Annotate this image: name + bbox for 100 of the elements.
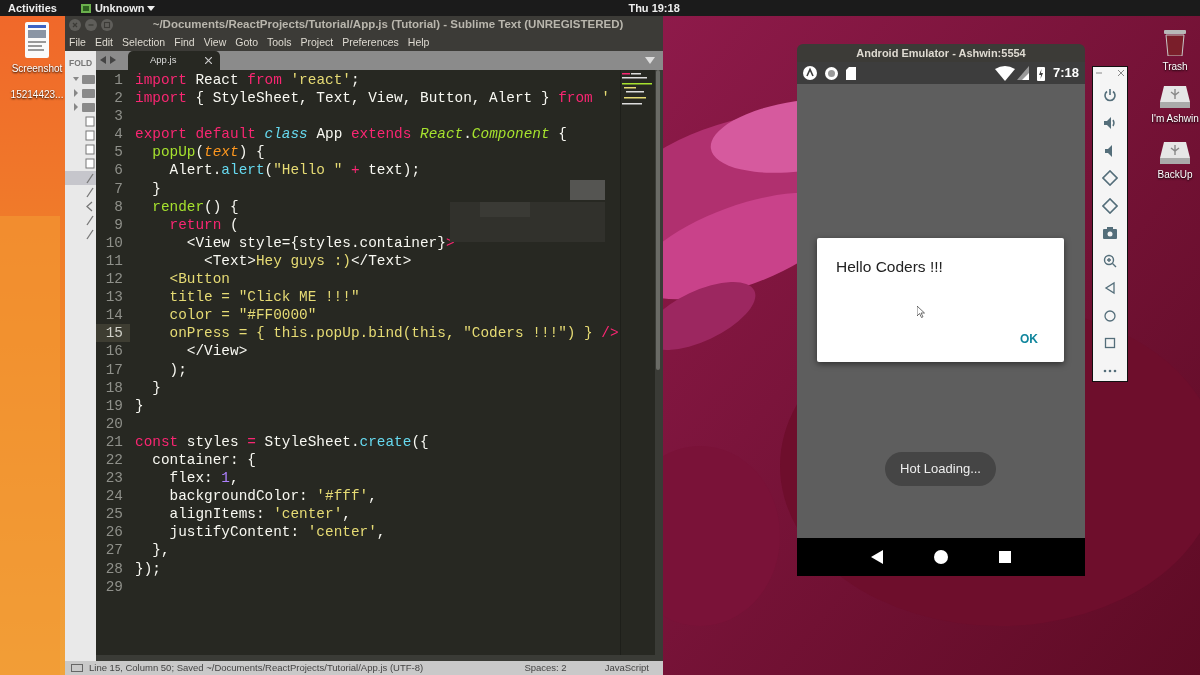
code-line: export default class App extends React.Component { [134,125,567,144]
record-icon [825,66,838,80]
menu-item[interactable]: View [203,34,227,51]
code-line: container: { [151,450,256,470]
icon-label[interactable]: BackUp [1157,167,1193,182]
sidebar-item[interactable] [65,171,96,186]
line-number: 10 [104,233,124,252]
folder-expanded-icon[interactable] [73,73,95,84]
code-line: backgroundColor: '#fff', [168,487,377,506]
code-line: } [134,396,144,415]
file-icon[interactable] [85,130,95,142]
menu-item[interactable]: Project [300,34,334,51]
code-line: Alert.alert("Hello " + text); [168,161,420,180]
close-icon[interactable] [205,57,212,64]
file-icon[interactable] [85,115,95,127]
line-number: 9 [113,215,124,234]
toast-text: Hot Loading... [900,460,981,479]
code-line: title = "Click ME !!!" [168,288,360,307]
clock[interactable]: Thu 19:18 [628,0,680,17]
menu-item[interactable]: File [69,34,86,51]
icon-label[interactable]: I'm Ashwin [1151,111,1199,126]
tab-arrows-icon[interactable] [100,56,116,64]
drive-icon[interactable] [1160,86,1190,108]
maximize-icon[interactable] [101,19,113,31]
line-number: 22 [104,450,124,470]
line-number: 20 [104,414,124,433]
line-number: 28 [104,559,124,578]
menu-item[interactable]: Edit [94,34,113,51]
dropdown-icon[interactable] [645,57,655,64]
line-number: 29 [104,577,124,596]
line-number: 4 [113,125,124,144]
code-line: }); [134,559,161,578]
menu-item[interactable]: Goto [235,34,258,51]
file-icon[interactable] [85,158,95,170]
code-line: alignItems: 'center', [168,505,351,524]
camera-icon[interactable] [1102,225,1118,241]
minimize-icon[interactable] [85,19,97,31]
line-number: 21 [104,432,124,451]
scrollbar-thumb[interactable] [655,70,661,370]
sidebar-header: FOLD [68,57,94,70]
back-icon[interactable] [870,550,883,564]
signal-icon [1016,66,1029,80]
menu-item[interactable]: Selection [122,34,166,51]
folder-collapsed-icon[interactable] [73,102,95,113]
line-number: 13 [104,288,124,307]
editor-tab[interactable]: App.js [128,51,220,70]
document-icon[interactable] [23,22,51,58]
minimize-icon[interactable] [1096,70,1102,76]
code-line: <Text>Hey guys :)</Text> [203,251,412,271]
battery-icon [1036,65,1045,81]
syntax-setting[interactable]: JavaScript [604,660,649,675]
activities-button[interactable]: Activities [8,0,57,17]
line-number: 5 [113,143,124,162]
file-icon[interactable] [85,186,95,198]
code-line: color = "#FF0000" [168,306,317,325]
line-number: 1 [113,71,124,90]
menu-item[interactable]: Find [174,34,195,51]
file-icon[interactable] [85,201,95,213]
icon-label[interactable]: Trash [1162,59,1188,74]
line-number: 8 [113,197,124,216]
menu-item[interactable]: Preferences [342,34,399,51]
dialog-message: Hello Coders !!! [836,257,943,277]
window-title: ~/Documents/ReactProjects/Tutorial/App.js (Tutorial) - Sublime Text (UNREGISTERED) [152,18,624,31]
app-menu[interactable]: Unknown [94,0,145,17]
zoom-icon[interactable] [1102,252,1118,269]
folder-collapsed-icon[interactable] [73,88,95,99]
line-number: 6 [113,161,124,180]
ok-button[interactable]: OK [1014,328,1044,350]
sd-card-icon [846,66,856,80]
rotate-right-icon[interactable] [1102,197,1118,214]
line-number: 16 [104,342,124,361]
file-icon[interactable] [85,229,95,241]
status-text: Line 15, Column 50; Saved ~/Documents/ReactProjects/Tutorial/App.js (UTF-8) [89,660,425,675]
panel-icon[interactable] [71,664,83,672]
code-line: const styles = StyleSheet.create({ [134,432,429,451]
line-number: 7 [113,179,124,198]
overview-icon[interactable] [999,551,1012,563]
wifi-icon [994,65,1015,81]
file-icon[interactable] [85,144,95,156]
menu-item[interactable]: Help [407,34,430,51]
drive-icon[interactable] [1160,142,1190,164]
rotate-left-icon[interactable] [1102,170,1118,186]
trash-icon[interactable] [1163,30,1187,56]
code-line: popUp(text) { [151,143,265,162]
home-icon[interactable] [934,550,948,564]
code-line: </View> [185,342,248,361]
line-number: 3 [113,107,124,126]
code-line: flex: 1, [168,469,239,488]
file-icon[interactable] [85,172,95,184]
volume-up-icon[interactable] [1102,115,1118,131]
file-icon[interactable] [85,215,95,227]
line-number: 2 [113,89,124,108]
indentation-setting[interactable]: Spaces: 2 [524,660,567,675]
code-line: }, [151,541,170,560]
menu-item[interactable]: Tools [267,34,292,51]
code-line: } [151,179,161,198]
power-icon[interactable] [1102,87,1118,104]
tab-label[interactable]: App.js [150,53,177,68]
code-line: justifyContent: 'center', [168,523,386,542]
line-number: 11 [104,251,124,271]
